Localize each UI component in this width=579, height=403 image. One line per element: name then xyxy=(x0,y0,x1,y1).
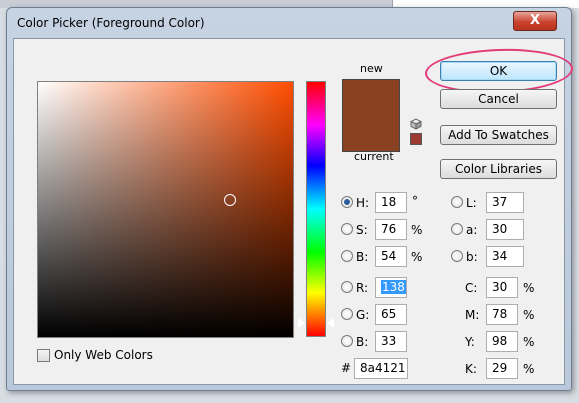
title-bar[interactable]: Color Picker (Foreground Color) X xyxy=(7,8,571,38)
close-button[interactable]: X xyxy=(513,11,557,31)
cyan-input[interactable]: 30 xyxy=(486,277,518,298)
green-label: G: xyxy=(356,308,370,322)
red-input-value: 138 xyxy=(381,280,406,294)
lab-l-label: L: xyxy=(466,196,477,210)
color-field-cursor[interactable] xyxy=(224,194,236,206)
green-input[interactable]: 65 xyxy=(375,304,407,325)
saturation-unit: % xyxy=(411,223,423,237)
hex-label: # xyxy=(341,361,352,375)
brightness-radio[interactable] xyxy=(341,250,353,262)
yellow-label: Y: xyxy=(465,335,475,349)
saturation-input[interactable]: 76 xyxy=(375,219,407,240)
lab-a-input[interactable]: 30 xyxy=(486,219,524,240)
hue-input[interactable]: 18 xyxy=(375,192,407,213)
blue-label: B: xyxy=(356,335,369,349)
hue-unit: ° xyxy=(412,194,418,208)
hue-slider-right-handle-icon[interactable] xyxy=(327,318,334,328)
only-web-colors-checkbox[interactable] xyxy=(37,349,50,362)
green-radio[interactable] xyxy=(341,308,353,320)
saturation-brightness-field[interactable] xyxy=(37,81,294,338)
lab-b-radio[interactable] xyxy=(451,250,463,262)
brightness-label: B: xyxy=(356,250,369,264)
current-color-label: current xyxy=(354,150,394,163)
magenta-label: M: xyxy=(465,308,480,322)
brightness-unit: % xyxy=(411,250,423,264)
color-libraries-button[interactable]: Color Libraries xyxy=(440,159,557,179)
saturation-radio[interactable] xyxy=(341,223,353,235)
hue-slider[interactable] xyxy=(306,81,326,337)
ok-button[interactable]: OK xyxy=(440,61,557,81)
lab-a-label: a: xyxy=(466,223,478,237)
gamut-warning-swatch[interactable] xyxy=(410,133,422,145)
hex-input[interactable]: 8a4121 xyxy=(354,358,408,379)
current-color-swatch[interactable] xyxy=(342,116,400,152)
only-web-colors-label[interactable]: Only Web Colors xyxy=(54,348,153,362)
black-input[interactable]: 29 xyxy=(486,358,518,379)
color-picker-dialog: Color Picker (Foreground Color) X new cu… xyxy=(6,7,574,391)
cancel-button[interactable]: Cancel xyxy=(440,89,557,109)
dialog-body: new current OK Cancel Add To Swatches Co… xyxy=(13,38,574,385)
black-unit: % xyxy=(523,362,535,376)
add-to-swatches-button[interactable]: Add To Swatches xyxy=(440,125,557,145)
red-radio[interactable] xyxy=(341,281,353,293)
new-color-label: new xyxy=(360,62,383,75)
yellow-unit: % xyxy=(523,335,535,349)
new-color-swatch xyxy=(342,79,400,116)
lab-l-radio[interactable] xyxy=(451,196,463,208)
lab-b-input[interactable]: 34 xyxy=(486,246,524,267)
lab-a-radio[interactable] xyxy=(451,223,463,235)
cyan-label: C: xyxy=(465,281,478,295)
hue-slider-left-handle-icon[interactable] xyxy=(298,318,305,328)
saturation-label: S: xyxy=(356,223,368,237)
hue-radio[interactable] xyxy=(341,196,353,208)
blue-input[interactable]: 33 xyxy=(375,331,407,352)
window-title: Color Picker (Foreground Color) xyxy=(17,16,205,30)
lab-b-label: b: xyxy=(466,250,478,264)
blue-radio[interactable] xyxy=(341,335,353,347)
cyan-unit: % xyxy=(523,281,535,295)
lab-l-input[interactable]: 37 xyxy=(486,192,524,213)
hue-label: H: xyxy=(356,196,370,210)
magenta-unit: % xyxy=(523,308,535,322)
black-label: K: xyxy=(465,362,477,376)
red-label: R: xyxy=(356,281,369,295)
brightness-input[interactable]: 54 xyxy=(375,246,407,267)
yellow-input[interactable]: 98 xyxy=(486,331,518,352)
magenta-input[interactable]: 78 xyxy=(486,304,518,325)
red-input[interactable]: 138 xyxy=(375,277,407,298)
web-safe-cube-icon[interactable] xyxy=(410,118,422,130)
